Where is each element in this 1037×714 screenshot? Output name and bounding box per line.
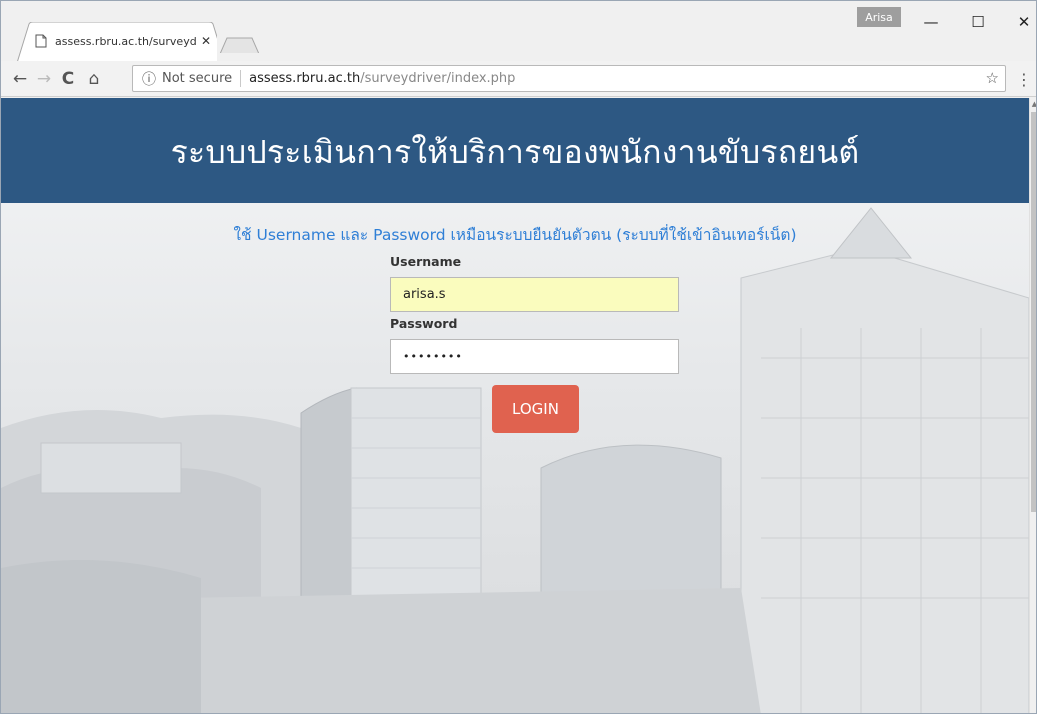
- url-path: /surveydriver/index.php: [360, 71, 516, 86]
- login-button[interactable]: LOGIN: [492, 385, 579, 433]
- scrollbar-thumb[interactable]: [1031, 112, 1036, 512]
- minimize-button[interactable]: —: [919, 13, 943, 31]
- scroll-up-arrow-icon[interactable]: ▲: [1031, 100, 1036, 108]
- page-header: ระบบประเมินการให้บริการของพนักงานขับรถยน…: [1, 98, 1029, 203]
- browser-toolbar: ← → C ⌂ ⓘ Not secure assess.rbru.ac.th/s…: [1, 61, 1036, 97]
- username-label: Username: [390, 254, 462, 269]
- profile-badge[interactable]: Arisa: [857, 7, 901, 27]
- vertical-scrollbar[interactable]: ▲: [1029, 98, 1036, 713]
- maximize-button[interactable]: ☐: [966, 13, 990, 31]
- page-title: ระบบประเมินการให้บริการของพนักงานขับรถยน…: [170, 133, 860, 171]
- page-icon: [35, 34, 47, 48]
- browser-menu-icon[interactable]: ⋮: [1015, 67, 1033, 91]
- forward-icon[interactable]: →: [33, 67, 55, 91]
- new-tab-button[interactable]: [219, 37, 259, 53]
- address-bar[interactable]: ⓘ Not secure assess.rbru.ac.th/surveydri…: [132, 65, 1006, 92]
- browser-window: assess.rbru.ac.th/surveyd ✕ Arisa — ☐ ✕ …: [0, 0, 1037, 714]
- login-instruction: ใช้ Username และ Password เหมือนระบบยืนย…: [233, 226, 797, 244]
- info-icon[interactable]: ⓘ: [139, 69, 159, 89]
- bookmark-star-icon[interactable]: ☆: [986, 69, 999, 87]
- tab-close-icon[interactable]: ✕: [199, 34, 213, 48]
- password-input[interactable]: ••••••••: [390, 339, 679, 374]
- browser-tab[interactable]: assess.rbru.ac.th/surveyd ✕: [17, 22, 217, 64]
- password-label: Password: [390, 316, 458, 331]
- address-separator: [240, 70, 242, 87]
- tab-title: assess.rbru.ac.th/surveyd: [55, 34, 197, 48]
- home-icon[interactable]: ⌂: [83, 67, 105, 91]
- login-form: Username arisa.s Password ••••••••: [390, 254, 680, 374]
- tab-strip: assess.rbru.ac.th/surveyd ✕ Arisa — ☐ ✕: [1, 1, 1036, 64]
- reload-icon[interactable]: C: [57, 67, 79, 91]
- url-host: assess.rbru.ac.th: [249, 71, 361, 86]
- close-window-button[interactable]: ✕: [1012, 13, 1036, 31]
- username-input[interactable]: arisa.s: [390, 277, 679, 312]
- page-viewport: ระบบประเมินการให้บริการของพนักงานขับรถยน…: [1, 98, 1029, 713]
- back-icon[interactable]: ←: [9, 67, 31, 91]
- security-indicator: Not secure: [162, 71, 233, 86]
